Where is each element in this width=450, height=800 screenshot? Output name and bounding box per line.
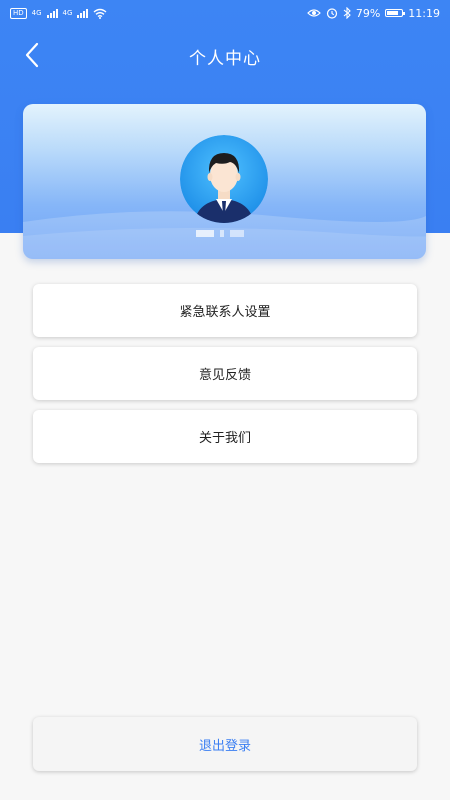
alarm-icon — [326, 8, 337, 19]
clock: 11:19 — [408, 6, 440, 20]
wifi-icon — [93, 8, 107, 19]
username-placeholder — [190, 230, 282, 239]
menu-item-feedback[interactable]: 意见反馈 — [33, 347, 417, 400]
avatar[interactable] — [180, 135, 268, 223]
menu-item-emergency-contact[interactable]: 紧急联系人设置 — [33, 284, 417, 337]
network-type-1: 4G — [31, 9, 42, 17]
username-blur-block — [230, 230, 244, 237]
user-avatar-icon — [180, 135, 268, 223]
network-type-2: 4G — [62, 9, 73, 17]
hd-icon: HD — [10, 7, 27, 19]
menu-item-label: 关于我们 — [198, 431, 251, 446]
signal-icon — [46, 8, 58, 18]
eye-icon — [306, 9, 321, 17]
page-title: 个人中心 — [189, 49, 261, 69]
signal-icon — [77, 8, 89, 18]
menu-item-label: 紧急联系人设置 — [179, 305, 271, 320]
logout-label: 退出登录 — [198, 738, 251, 754]
bluetooth-icon — [343, 7, 351, 19]
battery-level — [387, 11, 399, 15]
username-blur-block — [220, 230, 224, 237]
status-left: HD 4G 4G — [10, 7, 107, 19]
battery-percent: 79% — [355, 6, 381, 20]
logout-button[interactable]: 退出登录 — [33, 717, 417, 771]
status-right: 79% 11:19 — [306, 6, 440, 20]
status-bar: HD 4G 4G 79% 11:19 — [0, 0, 450, 26]
nav-bar: 个人中心 — [0, 30, 450, 80]
menu-item-label: 意见反馈 — [198, 368, 251, 383]
battery-icon — [385, 9, 406, 17]
username-blur-block — [196, 230, 214, 237]
menu-item-about-us[interactable]: 关于我们 — [33, 410, 417, 463]
